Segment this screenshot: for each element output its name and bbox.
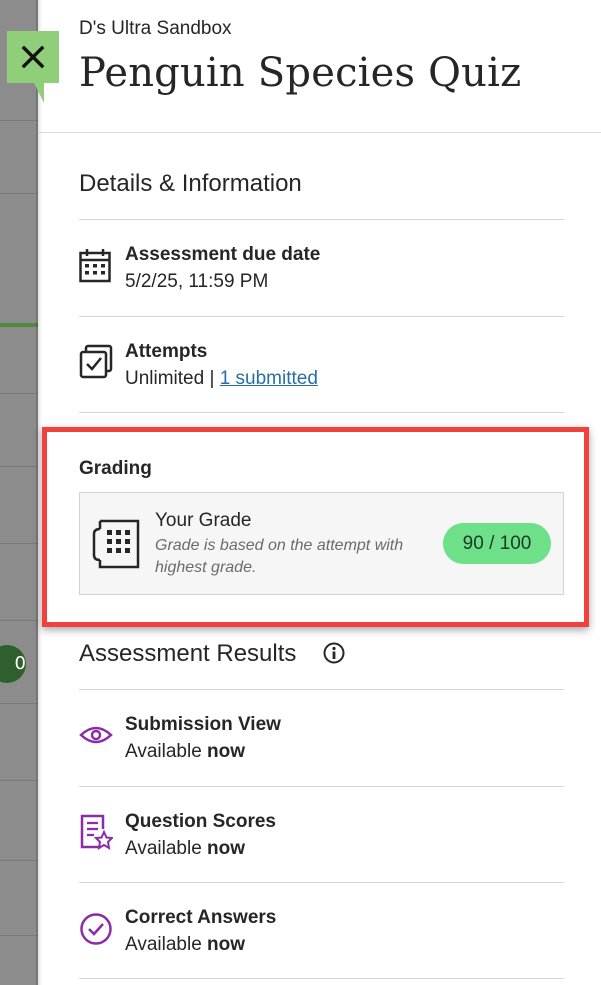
due-date-row: Assessment due date 5/2/25, 11:59 PM bbox=[79, 244, 564, 304]
your-grade-card[interactable]: Your Grade Grade is based on the attempt… bbox=[79, 492, 564, 595]
availability-status: now bbox=[207, 838, 246, 859]
grading-title: Grading bbox=[79, 458, 152, 479]
result-item-status: Available now bbox=[125, 741, 245, 763]
result-item-status: Available now bbox=[125, 934, 245, 956]
divider bbox=[79, 786, 564, 787]
bg-divider bbox=[0, 780, 38, 781]
availability-prefix: Available bbox=[125, 741, 202, 762]
result-item-status: Available now bbox=[125, 838, 245, 860]
bg-divider bbox=[0, 703, 38, 704]
bg-divider bbox=[0, 620, 38, 621]
bg-divider bbox=[0, 393, 38, 394]
attempts-count: Unlimited bbox=[125, 368, 205, 389]
due-date-value: 5/2/25, 11:59 PM bbox=[125, 271, 269, 292]
divider bbox=[79, 219, 564, 220]
availability-status: now bbox=[207, 934, 246, 955]
bg-divider bbox=[0, 193, 38, 194]
attempts-row: Attempts Unlimited | 1 submitted bbox=[79, 341, 564, 401]
bg-divider bbox=[0, 466, 38, 467]
check-circle-icon bbox=[80, 913, 112, 945]
result-item-label: Correct Answers bbox=[125, 907, 277, 928]
info-icon[interactable] bbox=[323, 642, 345, 664]
bg-divider bbox=[0, 935, 38, 936]
bg-progress-line bbox=[0, 323, 38, 327]
grade-sheet-icon bbox=[92, 519, 140, 569]
result-item-label: Question Scores bbox=[125, 811, 276, 832]
close-icon bbox=[21, 45, 45, 69]
eye-icon bbox=[79, 726, 113, 744]
divider bbox=[79, 412, 564, 413]
submitted-attempts-link[interactable]: 1 submitted bbox=[220, 368, 318, 389]
bg-divider bbox=[0, 543, 38, 544]
header-divider bbox=[38, 132, 601, 133]
bg-divider bbox=[0, 120, 38, 121]
divider bbox=[79, 882, 564, 883]
attempts-label: Attempts bbox=[125, 341, 208, 362]
result-item[interactable]: Question Scores Available now bbox=[79, 811, 564, 871]
bg-divider bbox=[0, 860, 38, 861]
due-date-label: Assessment due date bbox=[125, 244, 321, 265]
attempts-value: Unlimited | 1 submitted bbox=[125, 368, 318, 390]
divider bbox=[79, 978, 564, 979]
close-button[interactable] bbox=[7, 31, 59, 103]
availability-prefix: Available bbox=[125, 838, 202, 859]
background-page: 0 bbox=[0, 0, 38, 985]
result-item-label: Submission View bbox=[125, 714, 281, 735]
page-title: Penguin Species Quiz bbox=[79, 50, 522, 96]
bg-grade-pill: 0 bbox=[0, 645, 26, 683]
attempts-separator: | bbox=[209, 368, 215, 389]
divider bbox=[79, 689, 564, 690]
divider bbox=[79, 316, 564, 317]
course-name: D's Ultra Sandbox bbox=[79, 18, 232, 39]
attempts-icon bbox=[79, 344, 113, 379]
availability-prefix: Available bbox=[125, 934, 202, 955]
grade-score-pill: 90 / 100 bbox=[443, 523, 551, 564]
grade-note: Grade is based on the attempt with highe… bbox=[155, 537, 404, 576]
results-section-title: Assessment Results bbox=[79, 640, 297, 667]
availability-status: now bbox=[207, 741, 246, 762]
result-item[interactable]: Submission View Available now bbox=[79, 714, 564, 774]
your-grade-title: Your Grade bbox=[155, 510, 252, 531]
question-scores-icon bbox=[80, 814, 113, 850]
calendar-icon bbox=[79, 249, 111, 283]
result-item[interactable]: Correct Answers Available now bbox=[79, 907, 564, 967]
details-section-title: Details & Information bbox=[79, 170, 302, 197]
